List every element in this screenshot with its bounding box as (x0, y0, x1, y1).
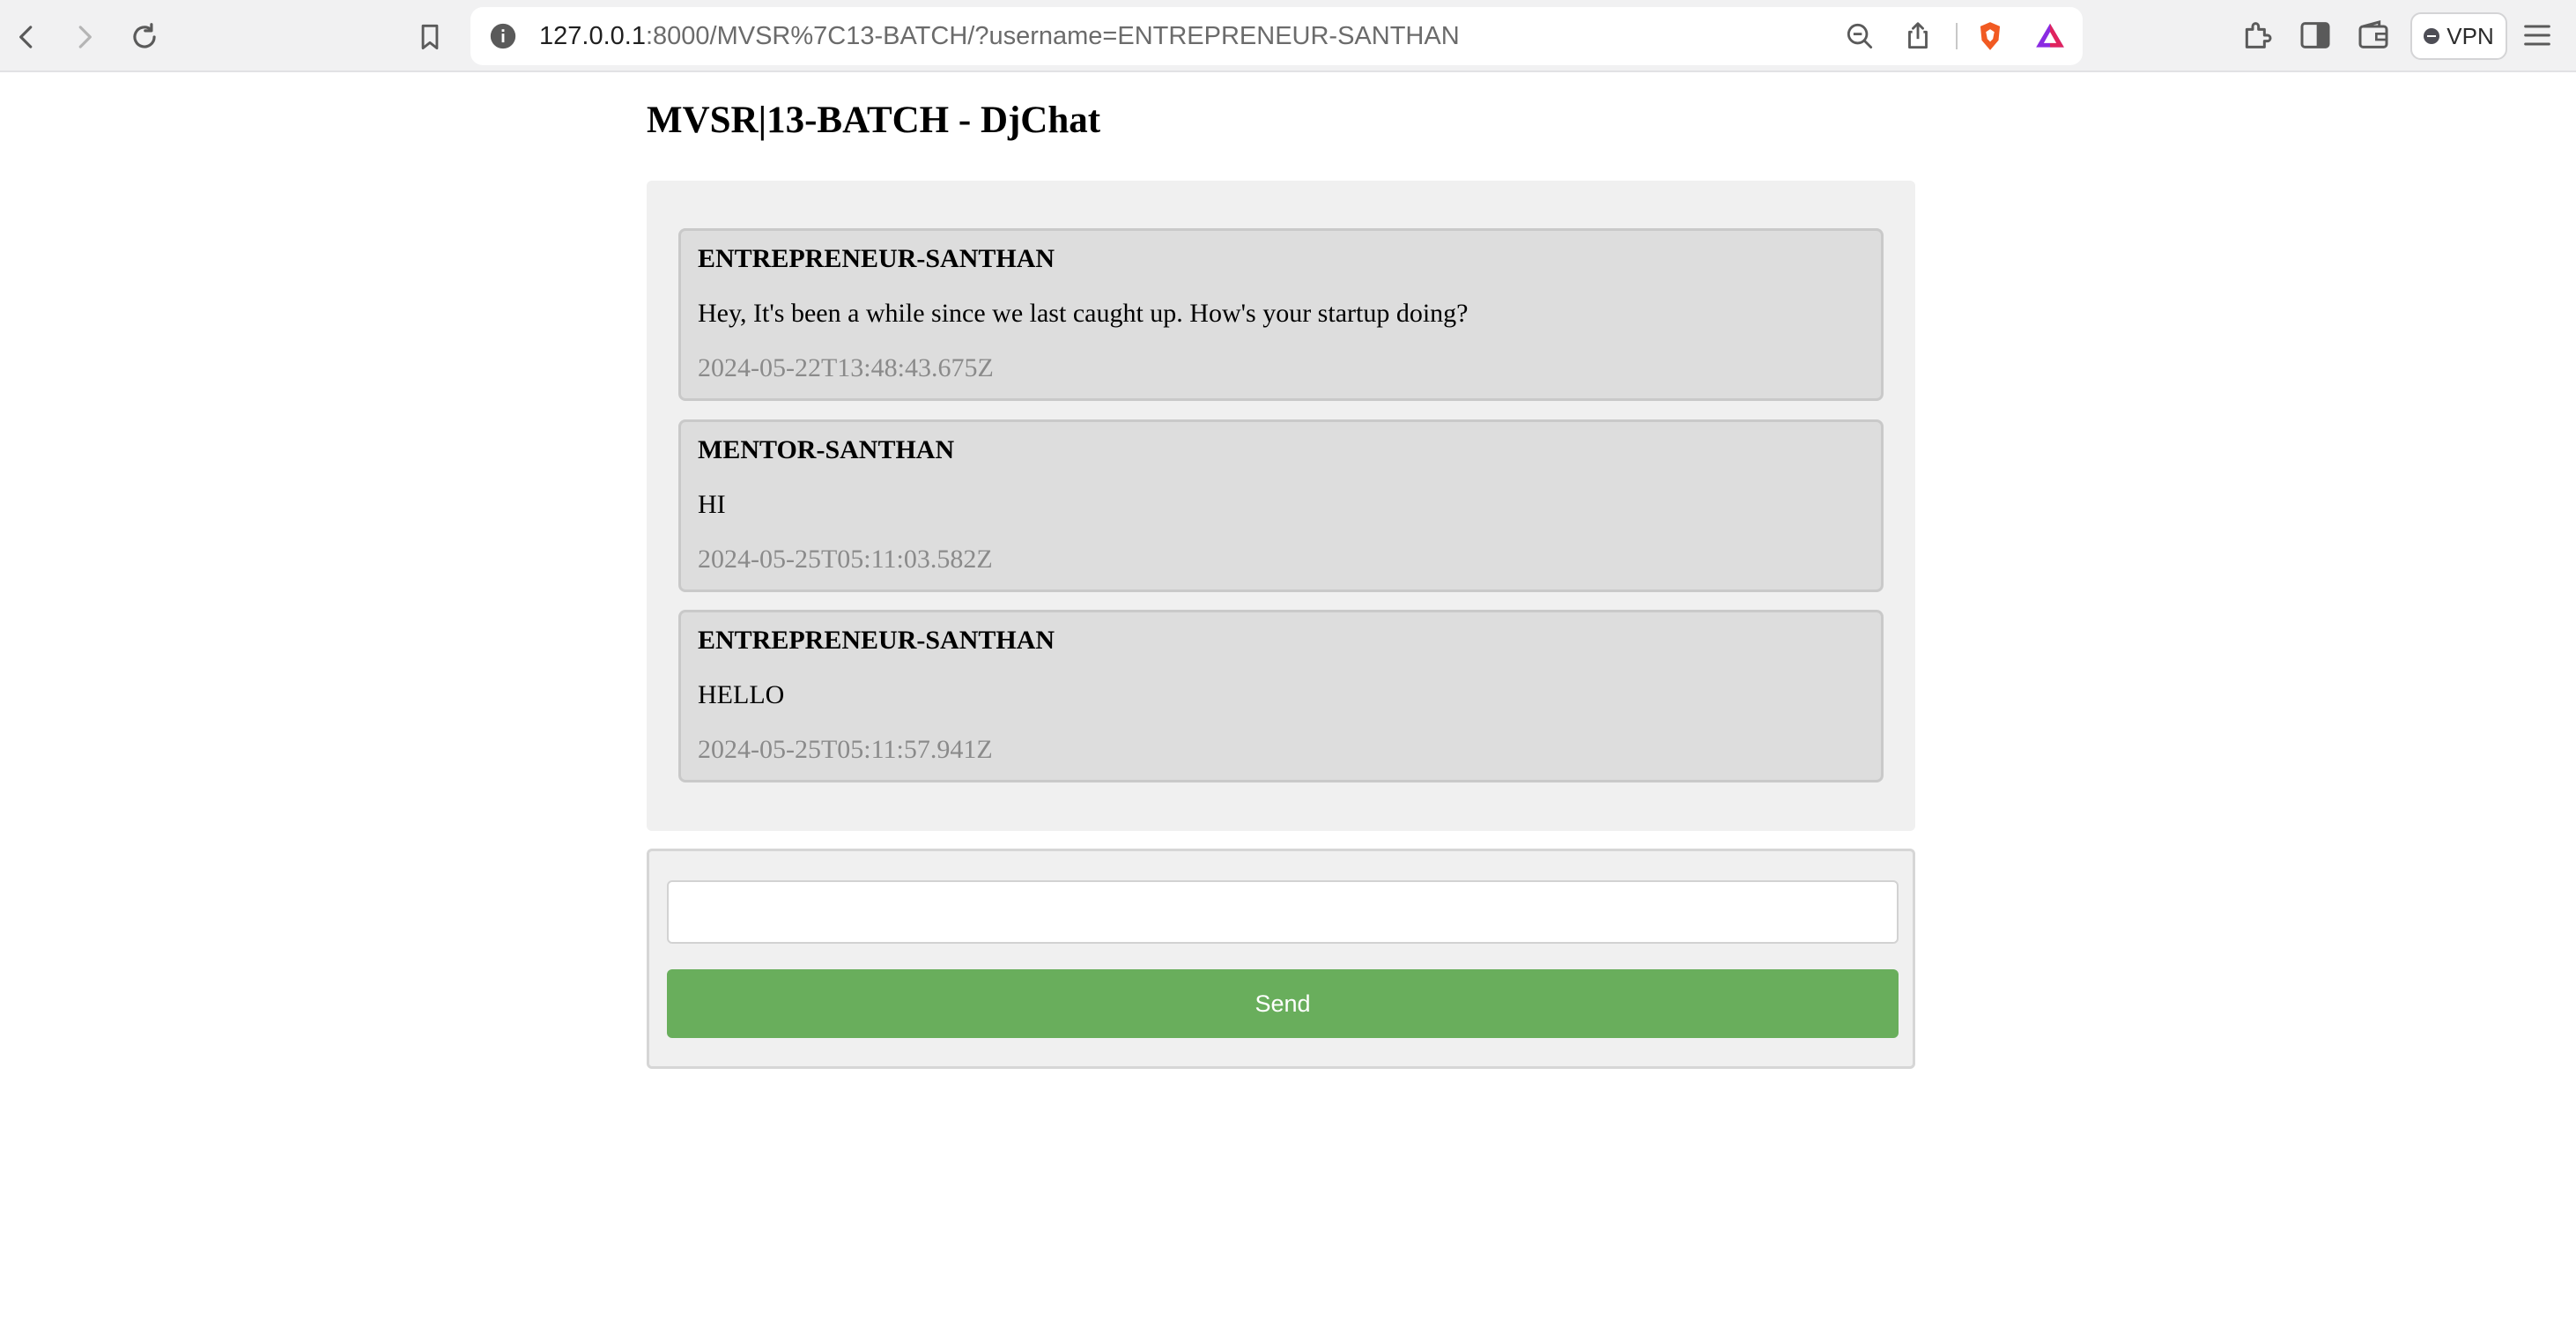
vpn-button[interactable]: VPN (2410, 12, 2507, 60)
forward-button[interactable] (65, 18, 104, 56)
message-timestamp: 2024-05-25T05:11:03.582Z (698, 545, 993, 574)
reload-button[interactable] (125, 18, 164, 56)
message-timestamp: 2024-05-25T05:11:57.941Z (698, 735, 993, 764)
sidebar-icon[interactable] (2298, 18, 2333, 53)
bookmark-button[interactable] (411, 18, 449, 56)
bookmark-icon (421, 24, 439, 50)
forward-arrow-icon (78, 26, 92, 48)
message-text: HI (698, 490, 726, 519)
message-username: ENTREPRENEUR-SANTHAN (698, 244, 1055, 273)
back-button[interactable] (7, 18, 46, 56)
back-arrow-icon (19, 26, 33, 48)
vpn-status-icon (2424, 28, 2440, 44)
message-text: Hey, It's been a while since we last cau… (698, 299, 1469, 328)
chat-message: MENTOR-SANTHAN HI 2024-05-25T05:11:03.58… (678, 419, 1884, 592)
zoom-icon[interactable] (1843, 19, 1876, 53)
address-divider (1956, 23, 1958, 49)
url-host: 127.0.0.1 (539, 22, 646, 50)
site-info-icon[interactable] (488, 21, 518, 51)
address-bar[interactable]: 127.0.0.1:8000/MVSR%7C13-BATCH/?username… (470, 7, 2083, 65)
reload-icon (133, 23, 156, 48)
menu-icon[interactable] (2520, 18, 2555, 53)
message-timestamp: 2024-05-22T13:48:43.675Z (698, 353, 994, 382)
message-username: ENTREPRENEUR-SANTHAN (698, 626, 1055, 655)
url-text[interactable]: 127.0.0.1:8000/MVSR%7C13-BATCH/?username… (539, 7, 1460, 65)
share-icon[interactable] (1901, 19, 1935, 53)
chat-message: ENTREPRENEUR-SANTHAN HELLO 2024-05-25T05… (678, 610, 1884, 782)
url-path: :8000/MVSR%7C13-BATCH/?username=ENTREPRE… (645, 22, 1460, 50)
wallet-icon[interactable] (2356, 18, 2391, 53)
send-button[interactable]: Send (667, 969, 1899, 1038)
message-text: HELLO (698, 680, 785, 709)
message-username: MENTOR-SANTHAN (698, 435, 955, 464)
brave-shields-icon[interactable] (1973, 19, 2007, 53)
browser-toolbar: 127.0.0.1:8000/MVSR%7C13-BATCH/?username… (0, 0, 2576, 72)
chat-message: ENTREPRENEUR-SANTHAN Hey, It's been a wh… (678, 228, 1884, 401)
vpn-label: VPN (2446, 22, 2494, 49)
chat-log: ENTREPRENEUR-SANTHAN Hey, It's been a wh… (647, 181, 1915, 831)
extensions-icon[interactable] (2239, 18, 2275, 53)
message-input[interactable] (667, 880, 1899, 944)
brave-rewards-icon[interactable] (2033, 19, 2067, 53)
page-title: MVSR|13-BATCH - DjChat (647, 100, 1101, 141)
message-form: Send (647, 849, 1915, 1069)
